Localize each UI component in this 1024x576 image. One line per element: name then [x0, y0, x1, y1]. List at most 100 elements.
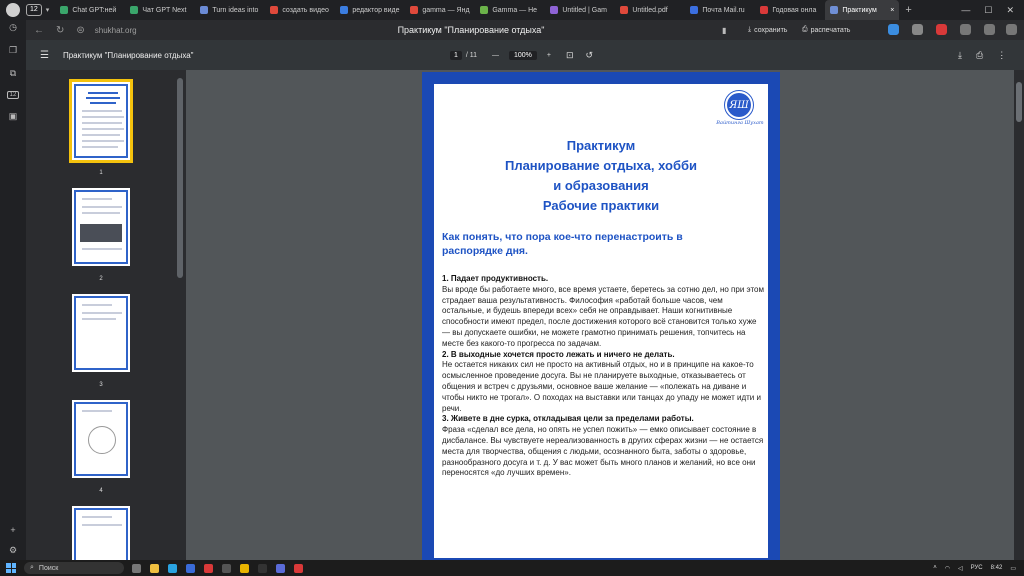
bookmark-icon[interactable]: ▮: [722, 26, 726, 35]
yandex-browser-icon[interactable]: [294, 563, 303, 573]
profile-avatar[interactable]: [6, 3, 20, 17]
new-tab-button[interactable]: +: [905, 4, 911, 16]
explorer-icon[interactable]: [150, 563, 159, 573]
zoom-level-input[interactable]: 100%: [509, 50, 537, 60]
page-number-input[interactable]: 1: [450, 50, 462, 60]
tab[interactable]: Turn ideas into: [195, 0, 265, 20]
thumbnail-page-1[interactable]: [69, 79, 133, 163]
thumbnail-scrollbar[interactable]: [177, 78, 183, 278]
tab-close-icon[interactable]: ×: [890, 7, 894, 14]
print-pdf-icon[interactable]: ⎙: [976, 50, 983, 61]
tab[interactable]: Чат GPT Next: [125, 0, 195, 20]
rotate-icon[interactable]: ↺: [586, 50, 594, 61]
reload-icon[interactable]: ↻: [56, 25, 64, 36]
tab[interactable]: Gamma — He: [475, 0, 545, 20]
tab-count-button[interactable]: 12: [26, 4, 42, 16]
bulb-icon[interactable]: [960, 24, 971, 35]
tab-label: Практикум: [842, 6, 877, 14]
task-view-icon[interactable]: [132, 563, 141, 573]
tab[interactable]: Chat GPT:ней: [55, 0, 125, 20]
fit-page-icon[interactable]: ⊡: [566, 50, 574, 61]
history-icon[interactable]: ◷: [9, 22, 17, 33]
save-label: сохранить: [754, 26, 788, 34]
pdf-viewport[interactable]: ЯШ Вайтинга Шухат Практикум Планирование…: [186, 70, 1014, 560]
screen: 12 ▾ Chat GPT:ней Чат GPT Next Turn ideas …: [0, 0, 1024, 576]
print-label: распечатать: [810, 26, 851, 34]
menu-icon[interactable]: [1006, 24, 1017, 35]
store-icon[interactable]: [186, 563, 195, 573]
tab-list: Chat GPT:ней Чат GPT Next Turn ideas into с…: [55, 0, 825, 20]
network-icon[interactable]: ◠: [945, 565, 950, 572]
tab-favicon-icon: [550, 6, 559, 14]
hamburger-menu-icon[interactable]: ☰: [40, 50, 49, 61]
notifications-icon[interactable]: ▭: [1010, 565, 1016, 572]
app-icon[interactable]: [258, 563, 267, 573]
edge-icon[interactable]: [168, 563, 177, 573]
window-controls: — ☐ ✕: [961, 5, 1014, 16]
windows-start-icon[interactable]: [6, 563, 16, 573]
section-text: Фраза «сделал все дела, но опять не успе…: [442, 425, 764, 478]
tab-favicon-icon: [410, 6, 419, 14]
app-icon[interactable]: [276, 563, 285, 573]
close-window-icon[interactable]: ✕: [1006, 5, 1014, 16]
download-pdf-icon[interactable]: ⤓: [958, 50, 962, 61]
clock[interactable]: 8:42: [991, 565, 1003, 571]
tab-active[interactable]: Практикум ×: [825, 0, 900, 20]
tray-chevron-icon[interactable]: ˄: [933, 565, 937, 571]
settings-icon[interactable]: ⚙: [9, 545, 17, 556]
tab-label: редактор виде: [352, 6, 400, 14]
bookmarks-icon[interactable]: ❐: [9, 45, 17, 56]
yandex-icon[interactable]: [204, 563, 213, 573]
zoom-out-button[interactable]: —: [492, 52, 499, 59]
page-title[interactable]: Практикум "Планирование отдыха": [346, 25, 596, 35]
tab[interactable]: gamma — Янд: [405, 0, 475, 20]
section-heading: 2. В выходные хочется просто лежать и ни…: [442, 349, 675, 359]
tab-favicon-icon: [130, 6, 139, 14]
app-icon[interactable]: [240, 563, 249, 573]
calendar-icon[interactable]: 12: [6, 91, 20, 99]
app-icon[interactable]: [222, 563, 231, 573]
tab[interactable]: создать видео: [265, 0, 335, 20]
screenshot-icon[interactable]: ▣: [9, 111, 18, 122]
more-options-icon[interactable]: ⋮: [997, 50, 1006, 61]
add-panel-icon[interactable]: +: [10, 525, 15, 535]
language-indicator[interactable]: РУС: [971, 565, 983, 571]
minimize-icon[interactable]: —: [961, 5, 970, 16]
thumbnail-number: 2: [99, 276, 103, 282]
tab-favicon-icon: [690, 6, 699, 14]
save-button[interactable]: ⤓ сохранить: [748, 26, 787, 34]
document-title-line-1: Практикум: [566, 138, 636, 153]
downloads-tray-icon[interactable]: [984, 24, 995, 35]
taskbar-apps: [132, 563, 303, 573]
downloads-icon[interactable]: ⧉: [10, 68, 16, 79]
viewport-scrollbar[interactable]: [1014, 70, 1024, 560]
security-icon[interactable]: ⊜: [76, 25, 84, 36]
tab[interactable]: редактор виде: [335, 0, 405, 20]
zoom-in-button[interactable]: +: [547, 52, 551, 59]
back-arrow-icon[interactable]: ←: [34, 25, 44, 36]
maximize-icon[interactable]: ☐: [984, 5, 992, 16]
search-label: Поиск: [38, 564, 59, 572]
shield-icon[interactable]: [912, 24, 923, 35]
thumbnail-page-3[interactable]: [72, 294, 130, 372]
tab[interactable]: Untitled | Gam: [545, 0, 615, 20]
thumbnail-page-4[interactable]: [72, 400, 130, 478]
thumbnail-page-2[interactable]: [72, 188, 130, 266]
taskbar-search[interactable]: ⌕ Поиск: [24, 562, 124, 574]
alice-icon[interactable]: [888, 24, 899, 35]
tab-list-chevron-icon[interactable]: ▾: [46, 6, 50, 14]
url-domain[interactable]: shukhat.org: [95, 26, 137, 35]
thumbnail-sidebar: 1 2 3 4: [26, 70, 186, 576]
page-content: ЯШ Вайтинга Шухат Практикум Планирование…: [434, 84, 768, 558]
tab[interactable]: Untitled.pdf: [615, 0, 685, 20]
tab-label: Годовая онла: [772, 6, 817, 14]
viewport-scroll-thumb[interactable]: [1016, 82, 1022, 122]
tab[interactable]: Почта Mail.ru: [685, 0, 755, 20]
extension-icon[interactable]: [936, 24, 947, 35]
tab-label: Turn ideas into: [212, 6, 259, 14]
tab-label: Почта Mail.ru: [702, 6, 745, 14]
tab[interactable]: Годовая онла: [755, 0, 825, 20]
print-button[interactable]: ⎙ распечатать: [802, 26, 850, 34]
tab-label: создать видео: [282, 6, 329, 14]
volume-icon[interactable]: ◁: [958, 565, 963, 572]
